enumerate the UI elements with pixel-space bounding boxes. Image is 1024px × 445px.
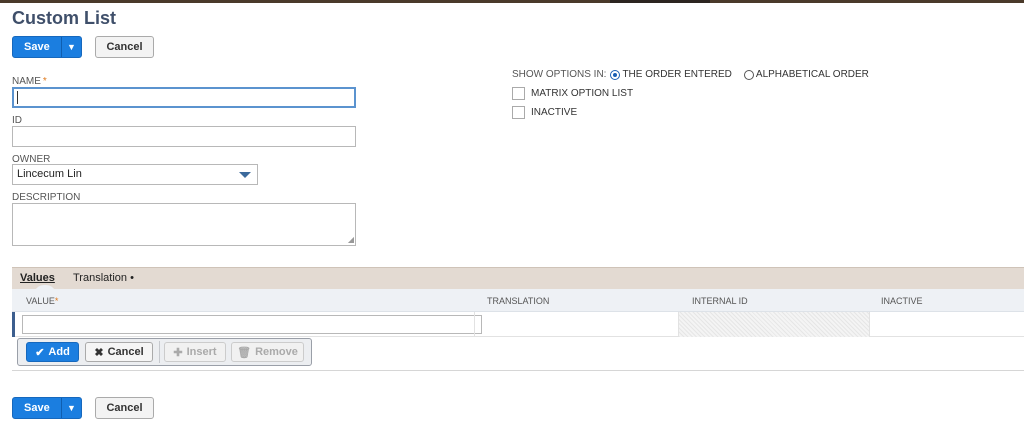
page-title: Custom List: [12, 8, 117, 28]
internal-id-cell: [679, 312, 869, 337]
matrix-option-row[interactable]: MATRIX OPTION LIST: [512, 87, 633, 100]
values-grid-header: VALUE* TRANSLATION INTERNAL ID INACTIVE: [12, 289, 1024, 312]
check-icon: ✔: [35, 346, 45, 359]
cancel-button[interactable]: Cancel: [95, 36, 154, 58]
value-cell-input[interactable]: [22, 315, 482, 334]
name-label-text: NAME: [12, 76, 41, 87]
name-label: NAME *: [12, 76, 47, 87]
order-entered-radio[interactable]: [610, 69, 621, 80]
owner-select-value: Lincecum Lin: [17, 168, 82, 180]
add-row-button[interactable]: ✔ Add: [26, 342, 79, 362]
name-field[interactable]: [12, 87, 356, 108]
inactive-row[interactable]: INACTIVE: [512, 106, 577, 119]
row-edit-marker: [12, 312, 15, 337]
cancel-row-button-label: Cancel: [107, 346, 144, 358]
column-divider: [869, 312, 870, 337]
cancel-row-button[interactable]: ✖ Cancel: [85, 342, 153, 362]
description-field[interactable]: ◢: [12, 203, 356, 246]
sublist-tab-bar: Values Translation •: [12, 267, 1024, 295]
show-options-label: SHOW OPTIONS IN:: [512, 69, 607, 80]
row-action-toolbar: ✔ Add ✖ Cancel ✚ Insert 🗑 Remove: [17, 338, 312, 366]
plus-icon: ✚: [173, 346, 183, 359]
save-button-label: Save: [24, 41, 50, 53]
trash-icon: 🗑: [237, 346, 252, 359]
insert-row-button[interactable]: ✚ Insert: [164, 342, 226, 362]
text-caret: [17, 91, 18, 104]
save-button[interactable]: Save ▼: [12, 36, 82, 58]
remove-row-button[interactable]: 🗑 Remove: [231, 342, 304, 362]
toolbar-divider: [159, 341, 160, 363]
insert-row-button-label: Insert: [186, 346, 217, 358]
tab-values-label: Values: [20, 272, 55, 284]
chevron-down-icon: [239, 172, 251, 178]
resize-handle-icon[interactable]: ◢: [348, 236, 354, 244]
required-marker: *: [54, 296, 59, 306]
top-border: [0, 0, 1024, 3]
column-header-translation: TRANSLATION: [487, 296, 550, 306]
column-header-value: VALUE*: [26, 296, 58, 306]
order-entered-label[interactable]: THE ORDER ENTERED: [622, 69, 731, 80]
grid-bottom-border: [12, 370, 1024, 371]
save-dropdown-icon[interactable]: ▼: [61, 37, 81, 57]
column-header-value-text: VALUE: [26, 296, 55, 306]
show-options-group: SHOW OPTIONS IN: THE ORDER ENTERED ALPHA…: [512, 69, 869, 80]
id-label: ID: [12, 115, 22, 126]
save-dropdown-icon[interactable]: ▼: [61, 398, 81, 418]
matrix-option-label: MATRIX OPTION LIST: [531, 88, 634, 99]
tab-values[interactable]: Values: [20, 272, 55, 284]
cancel-button-bottom[interactable]: Cancel: [95, 397, 154, 419]
remove-row-button-label: Remove: [255, 346, 298, 358]
table-row: [12, 312, 1024, 337]
x-icon: ✖: [94, 346, 104, 359]
inactive-label: INACTIVE: [531, 107, 578, 118]
tab-translation[interactable]: Translation •: [73, 272, 134, 284]
owner-select[interactable]: Lincecum Lin: [12, 164, 258, 185]
top-border-accent: [610, 0, 710, 3]
column-header-inactive: INACTIVE: [881, 296, 923, 306]
inactive-checkbox[interactable]: [512, 106, 525, 119]
tab-translation-label: Translation •: [73, 272, 134, 284]
column-divider: [474, 312, 475, 337]
id-field[interactable]: [12, 126, 356, 147]
alphabetical-label[interactable]: ALPHABETICAL ORDER: [756, 69, 869, 80]
column-header-internal-id: INTERNAL ID: [692, 296, 748, 306]
add-row-button-label: Add: [48, 346, 70, 358]
matrix-option-checkbox[interactable]: [512, 87, 525, 100]
required-marker: *: [42, 76, 47, 87]
save-button-bottom[interactable]: Save ▼: [12, 397, 82, 419]
save-button-label: Save: [24, 402, 50, 414]
description-label: DESCRIPTION: [12, 192, 81, 203]
alphabetical-radio[interactable]: [743, 69, 754, 80]
